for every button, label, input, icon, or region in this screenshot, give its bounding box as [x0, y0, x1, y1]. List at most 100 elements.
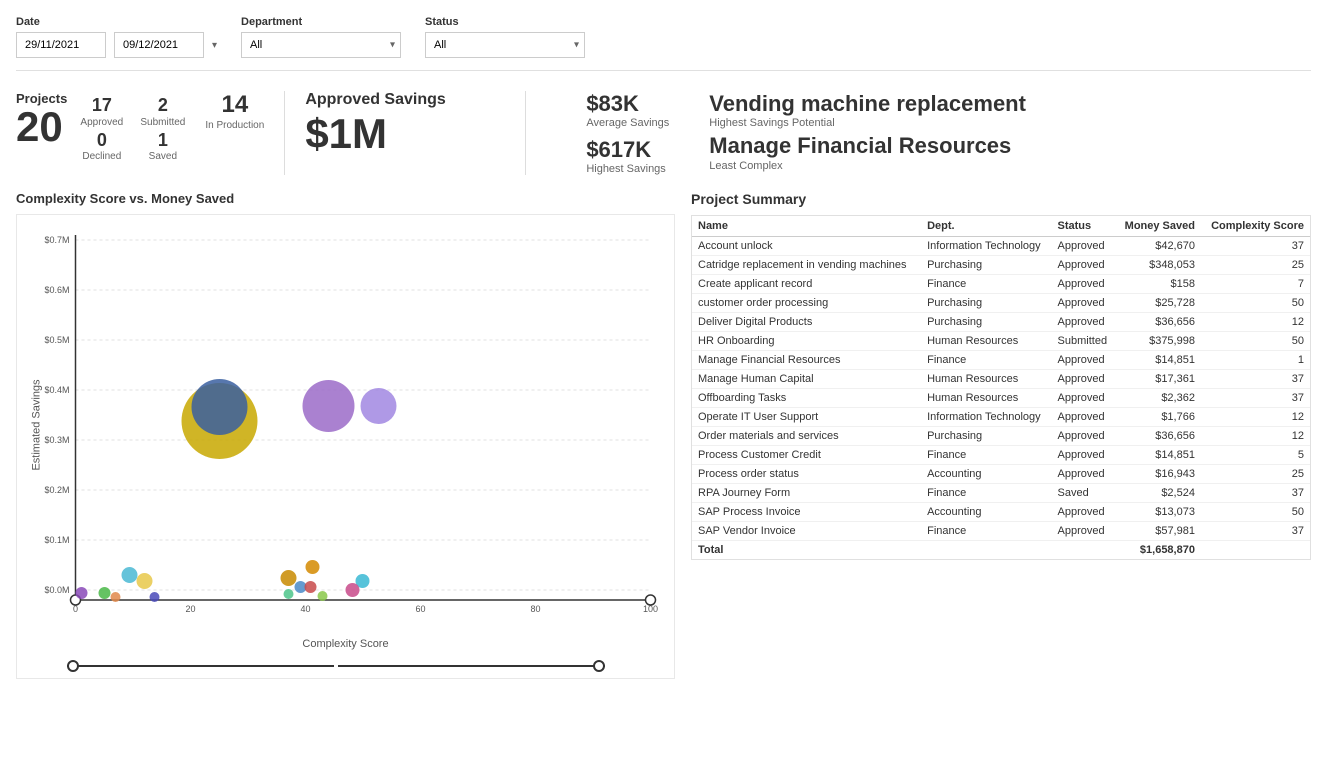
kpi-divider-2 — [525, 91, 526, 175]
table-row[interactable]: Total$1,658,870 — [692, 541, 1310, 560]
bubble-manage-human[interactable] — [305, 581, 317, 593]
bubble-manage-financial[interactable] — [76, 587, 88, 599]
table-cell: Saved — [1052, 484, 1116, 503]
filters-bar: Date ▾ Department All Status All — [16, 16, 1311, 71]
table-cell: $1,658,870 — [1115, 541, 1201, 560]
table-cell: 25 — [1201, 465, 1310, 484]
slider-container — [17, 656, 674, 678]
table-row[interactable]: Deliver Digital ProductsPurchasingApprov… — [692, 313, 1310, 332]
table-cell: Approved — [1052, 275, 1116, 294]
table-cell: $14,851 — [1115, 446, 1201, 465]
department-select[interactable]: All — [241, 32, 401, 58]
table-cell: $17,361 — [1115, 370, 1201, 389]
col-dept: Dept. — [921, 216, 1051, 237]
x-axis-label: Complexity Score — [17, 638, 674, 656]
table-cell: Create applicant record — [692, 275, 921, 294]
bubble-customer-order[interactable] — [303, 380, 355, 432]
table-row[interactable]: SAP Vendor InvoiceFinanceApproved$57,981… — [692, 522, 1310, 541]
approved-savings-value: $1M — [305, 113, 505, 155]
date-filter: Date ▾ — [16, 16, 217, 58]
table-cell: Manage Financial Resources — [692, 351, 921, 370]
table-row[interactable]: Account unlockInformation TechnologyAppr… — [692, 237, 1310, 256]
bubble-sap-process[interactable] — [346, 583, 360, 597]
bubble-order-materials[interactable] — [137, 573, 153, 589]
table-cell: Account unlock — [692, 237, 921, 256]
complexity-slider-left[interactable] — [67, 665, 334, 667]
table-cell: 5 — [1201, 446, 1310, 465]
table-cell: 25 — [1201, 256, 1310, 275]
table-cell: $57,981 — [1115, 522, 1201, 541]
kpi-total: Projects 20 — [16, 91, 67, 148]
chart-section: Complexity Score vs. Money Saved Estimat… — [16, 191, 675, 679]
table-cell: RPA Journey Form — [692, 484, 921, 503]
kpi-declined: 0 Declined — [79, 130, 124, 163]
table-row[interactable]: SAP Process InvoiceAccountingApproved$13… — [692, 503, 1310, 522]
table-section: Project Summary Name Dept. Status Money … — [691, 191, 1311, 679]
table-row[interactable]: Manage Human CapitalHuman ResourcesAppro… — [692, 370, 1310, 389]
table-cell: 12 — [1201, 408, 1310, 427]
table-cell: Finance — [921, 275, 1051, 294]
bubble-operate-it[interactable] — [150, 592, 160, 602]
table-row[interactable]: HR OnboardingHuman ResourcesSubmitted$37… — [692, 332, 1310, 351]
table-row[interactable]: Offboarding TasksHuman ResourcesApproved… — [692, 389, 1310, 408]
table-row[interactable]: Manage Financial ResourcesFinanceApprove… — [692, 351, 1310, 370]
table-cell — [921, 541, 1051, 560]
scatter-plot: Estimated Savings $0.7M $0.6M $0.5M $0.4… — [17, 215, 674, 635]
y-tick-06: $0.6M — [44, 285, 69, 295]
complexity-slider-right[interactable] — [338, 665, 605, 667]
bubble-process-customer[interactable] — [99, 587, 111, 599]
department-select-wrapper[interactable]: All — [241, 32, 401, 58]
submitted-num: 2 — [158, 95, 168, 117]
saved-label: Saved — [149, 151, 177, 162]
bubble-sap-vendor[interactable] — [306, 560, 320, 574]
table-cell: Offboarding Tasks — [692, 389, 921, 408]
table-row[interactable]: Process Customer CreditFinanceApproved$1… — [692, 446, 1310, 465]
date-start-input[interactable] — [16, 32, 106, 58]
table-cell: Purchasing — [921, 256, 1051, 275]
bubble-account-unlock[interactable] — [281, 570, 297, 586]
y-tick-01: $0.1M — [44, 535, 69, 545]
table-cell: Finance — [921, 484, 1051, 503]
bubble-offboarding[interactable] — [284, 589, 294, 599]
table-cell — [1201, 541, 1310, 560]
kpi-in-production: 14 In Production — [205, 91, 264, 131]
table-cell: 37 — [1201, 484, 1310, 503]
bubble-rpa-journey[interactable] — [318, 591, 328, 601]
table-row[interactable]: customer order processingPurchasingAppro… — [692, 294, 1310, 313]
table-row[interactable]: Operate IT User SupportInformation Techn… — [692, 408, 1310, 427]
bubble-create-applicant[interactable] — [111, 592, 121, 602]
bubble-deliver-digital[interactable] — [122, 567, 138, 583]
table-row[interactable]: Create applicant recordFinanceApproved$1… — [692, 275, 1310, 294]
date-end-input[interactable] — [114, 32, 204, 58]
table-cell: HR Onboarding — [692, 332, 921, 351]
table-row[interactable]: RPA Journey FormFinanceSaved$2,52437 — [692, 484, 1310, 503]
kpi-right: $83K Average Savings $617K Highest Savin… — [586, 91, 1311, 175]
x-tick-80: 80 — [530, 604, 540, 614]
declined-num: 0 — [97, 130, 107, 152]
table-cell: Operate IT User Support — [692, 408, 921, 427]
table-row[interactable]: Order materials and servicesPurchasingAp… — [692, 427, 1310, 446]
table-cell: Approved — [1052, 351, 1116, 370]
table-cell: Human Resources — [921, 389, 1051, 408]
approved-num: 17 — [92, 95, 112, 117]
bubble-hr-onboarding[interactable] — [192, 379, 248, 435]
table-cell: $1,766 — [1115, 408, 1201, 427]
status-select-wrapper[interactable]: All — [425, 32, 585, 58]
table-row[interactable]: Process order statusAccountingApproved$1… — [692, 465, 1310, 484]
col-money: Money Saved — [1115, 216, 1201, 237]
table-wrapper[interactable]: Name Dept. Status Money Saved Complexity… — [691, 215, 1311, 560]
kpi-submitted: 2 Submitted — [140, 95, 185, 128]
table-cell: Approved — [1052, 522, 1116, 541]
bubble-deliver-big[interactable] — [361, 388, 397, 424]
table-cell: Approved — [1052, 503, 1116, 522]
table-cell: Information Technology — [921, 408, 1051, 427]
kpi-approved: 17 Approved — [79, 95, 124, 128]
table-cell: 37 — [1201, 389, 1310, 408]
table-row[interactable]: Catridge replacement in vending machines… — [692, 256, 1310, 275]
status-select[interactable]: All — [425, 32, 585, 58]
table-cell: Approved — [1052, 313, 1116, 332]
table-cell: Approved — [1052, 294, 1116, 313]
table-cell: 50 — [1201, 503, 1310, 522]
date-chevron-icon: ▾ — [212, 40, 217, 51]
avg-savings-value: $83K — [586, 91, 669, 117]
